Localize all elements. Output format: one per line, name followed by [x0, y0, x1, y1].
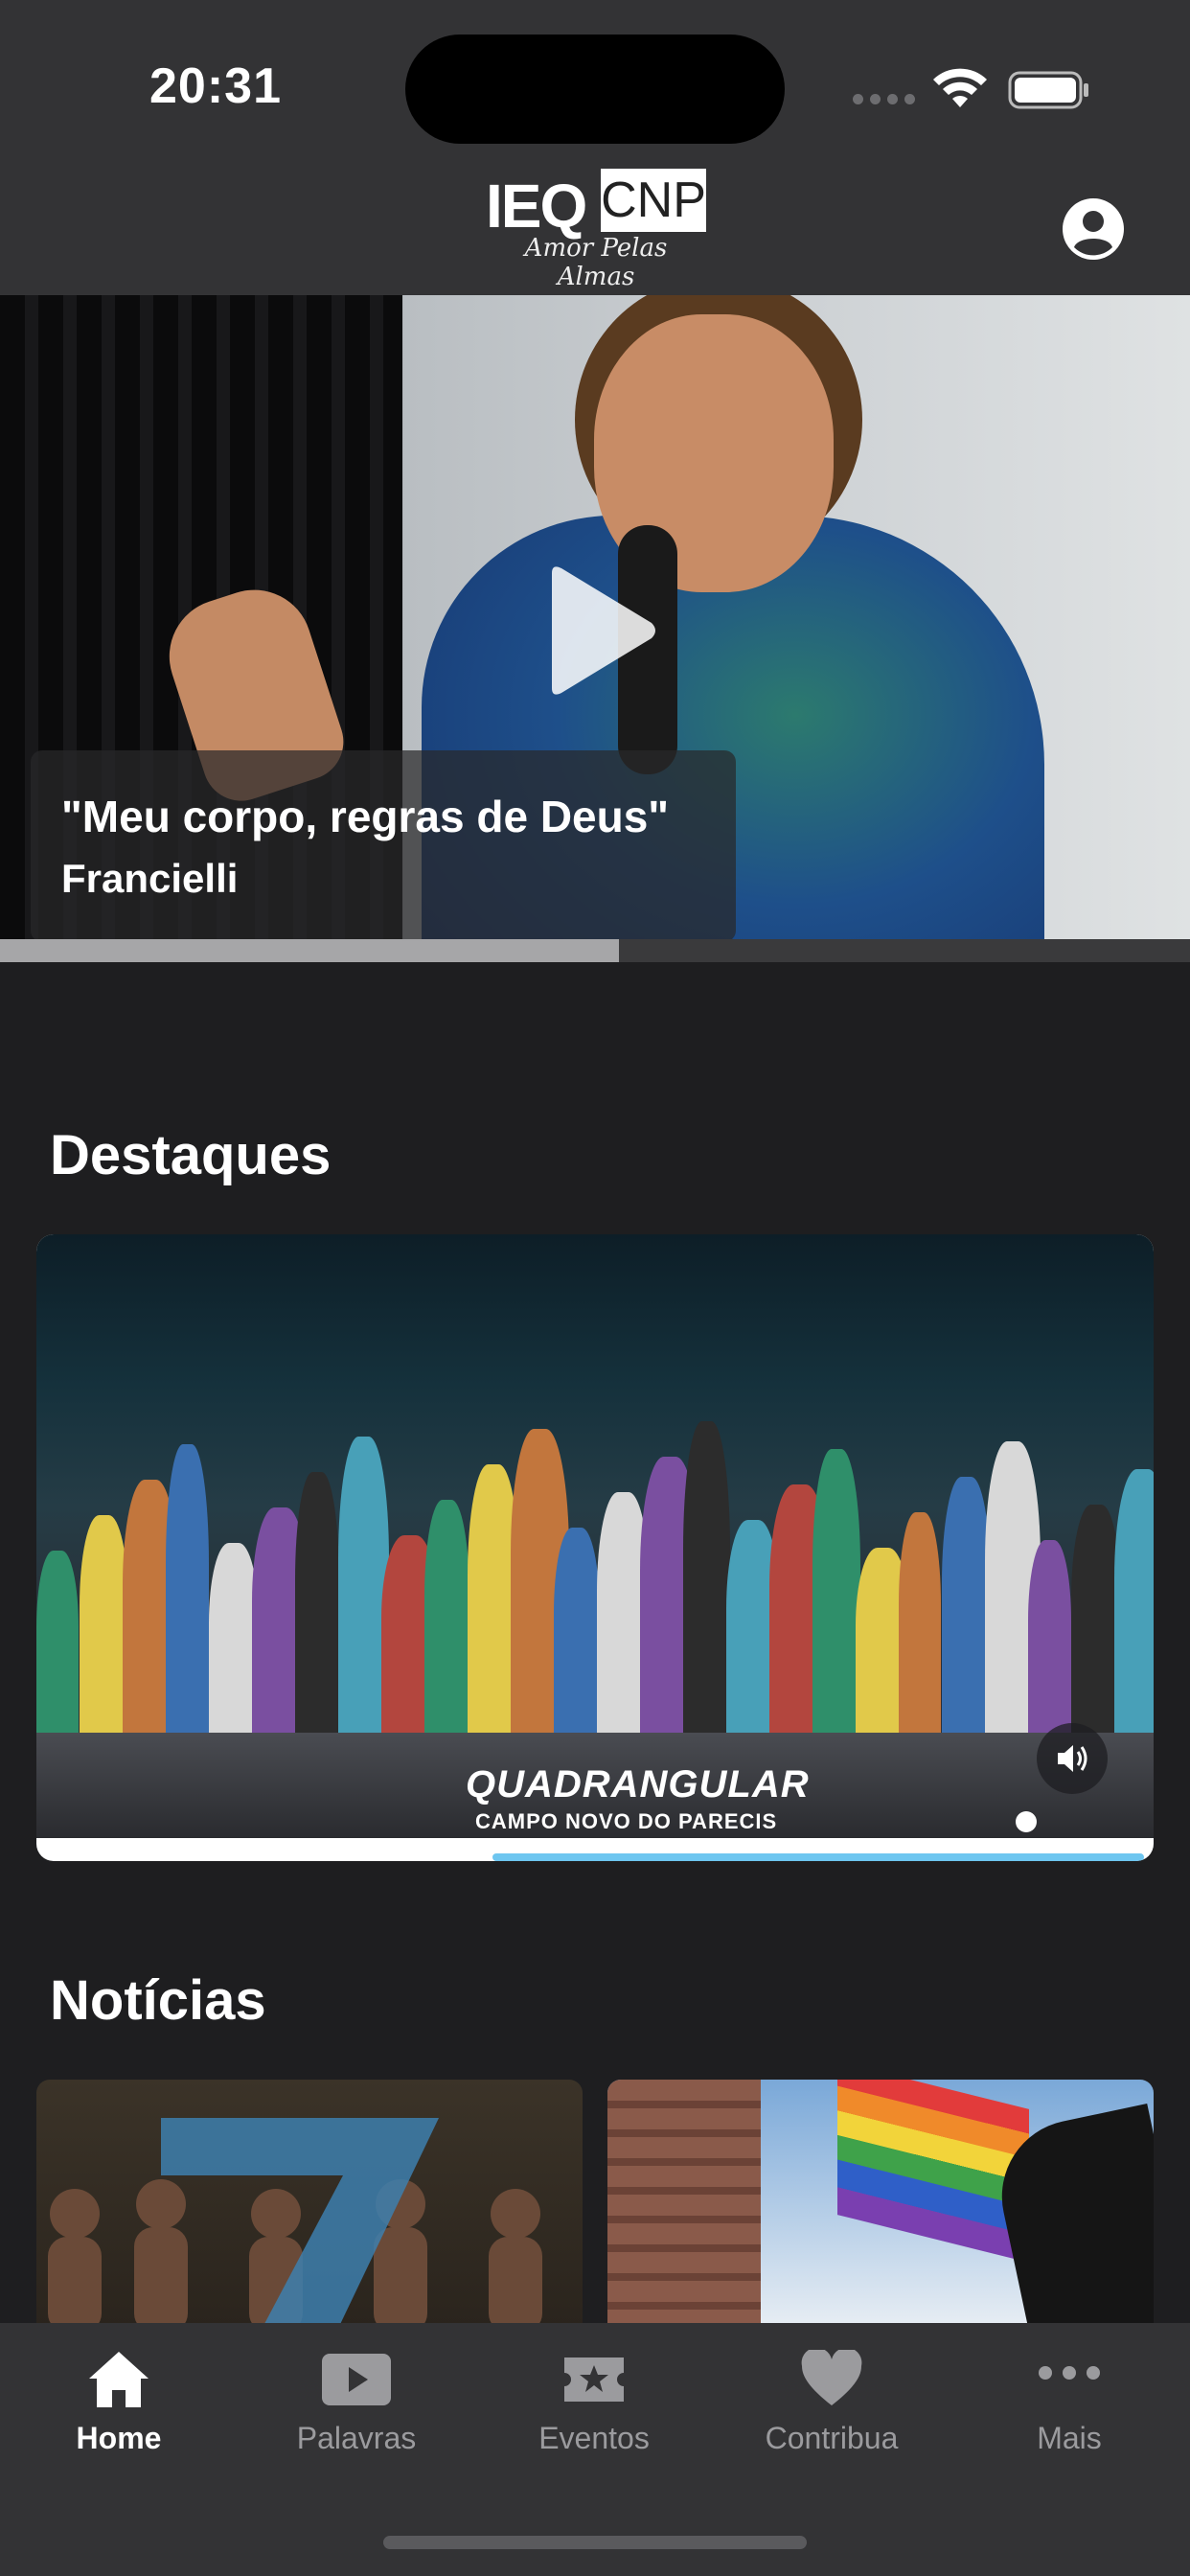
cellular-signal-icon — [853, 94, 915, 104]
sermon-speaker: Francielli — [61, 856, 239, 901]
crowd-figure — [36, 1551, 79, 1742]
heart-icon — [801, 2350, 862, 2405]
video-progress-bar[interactable] — [0, 939, 1190, 962]
tab-mais-label: Mais — [1037, 2421, 1102, 2455]
tab-home-label: Home — [76, 2421, 162, 2455]
news-2-building — [607, 2080, 761, 2329]
news-heading: Notícias — [50, 1969, 266, 2032]
star-ticket-icon — [564, 2358, 624, 2402]
logo-ieq: IEQ — [486, 172, 587, 241]
crowd-figure — [942, 1477, 991, 1742]
highlight-crowd — [36, 1378, 1154, 1742]
battery-icon — [1008, 71, 1088, 109]
header: 20:31 IEQ CNP Amor Pelas Almas — [0, 0, 1190, 295]
tab-mais[interactable]: Mais — [973, 2350, 1165, 2474]
crowd-figure — [812, 1449, 860, 1742]
house-icon — [89, 2352, 149, 2407]
crowd-figure — [166, 1444, 209, 1742]
news-2-rainbow-flag — [837, 2080, 1029, 2263]
tab-home[interactable]: Home — [23, 2350, 215, 2474]
crowd-figure — [899, 1512, 941, 1742]
church-logo: IEQ CNP Amor Pelas Almas — [486, 167, 706, 291]
tab-palavras-label: Palavras — [296, 2421, 417, 2455]
person-circle-icon[interactable] — [1062, 197, 1125, 261]
crowd-figure — [424, 1500, 469, 1742]
home-indicator — [383, 2536, 807, 2549]
news-1-number-graphic — [161, 2118, 439, 2329]
crowd-figure — [554, 1528, 600, 1742]
ellipsis-icon — [1039, 2366, 1100, 2380]
crowd-figure — [1028, 1540, 1071, 1742]
speaker-icon[interactable] — [1037, 1723, 1108, 1794]
play-icon[interactable] — [544, 564, 659, 698]
tab-contribua[interactable]: Contribua — [736, 2350, 927, 2474]
play-rectangle-icon — [322, 2354, 391, 2405]
carousel-page-indicator — [1016, 1811, 1037, 1832]
tab-palavras[interactable]: Palavras — [261, 2350, 452, 2474]
watermark-subtitle: CAMPO NOVO DO PARECIS — [475, 1809, 778, 1833]
wifi-icon — [933, 68, 987, 107]
crowd-figure — [1114, 1469, 1154, 1742]
card-accent-bar — [492, 1853, 1144, 1861]
crowd-figure — [80, 1515, 128, 1742]
watermark-title: QUADRANGULAR — [466, 1763, 810, 1806]
video-progress-fill — [0, 939, 619, 962]
sermon-caption[interactable]: "Meu corpo, regras de Deus" Francielli — [31, 750, 736, 942]
tab-eventos[interactable]: Eventos — [498, 2350, 690, 2474]
highlights-heading: Destaques — [50, 1124, 332, 1186]
sermon-title: "Meu corpo, regras de Deus" — [61, 792, 670, 841]
crowd-figure — [683, 1421, 730, 1742]
news-card-2[interactable] — [607, 2080, 1154, 2329]
tab-contribua-label: Contribua — [765, 2421, 899, 2455]
news-card-1[interactable] — [36, 2080, 583, 2329]
tab-eventos-label: Eventos — [538, 2421, 650, 2455]
highlight-card[interactable]: QUADRANGULAR CAMPO NOVO DO PARECIS — [36, 1234, 1154, 1861]
logo-cnp: CNP — [601, 169, 706, 232]
highlight-photo: QUADRANGULAR CAMPO NOVO DO PARECIS — [36, 1234, 1154, 1838]
status-time: 20:31 — [149, 58, 282, 114]
crowd-figure — [295, 1472, 339, 1742]
dynamic-island — [405, 34, 785, 144]
logo-tagline: Amor Pelas Almas — [524, 234, 668, 291]
featured-sermon-player[interactable]: "Meu corpo, regras de Deus" Francielli — [0, 295, 1190, 962]
